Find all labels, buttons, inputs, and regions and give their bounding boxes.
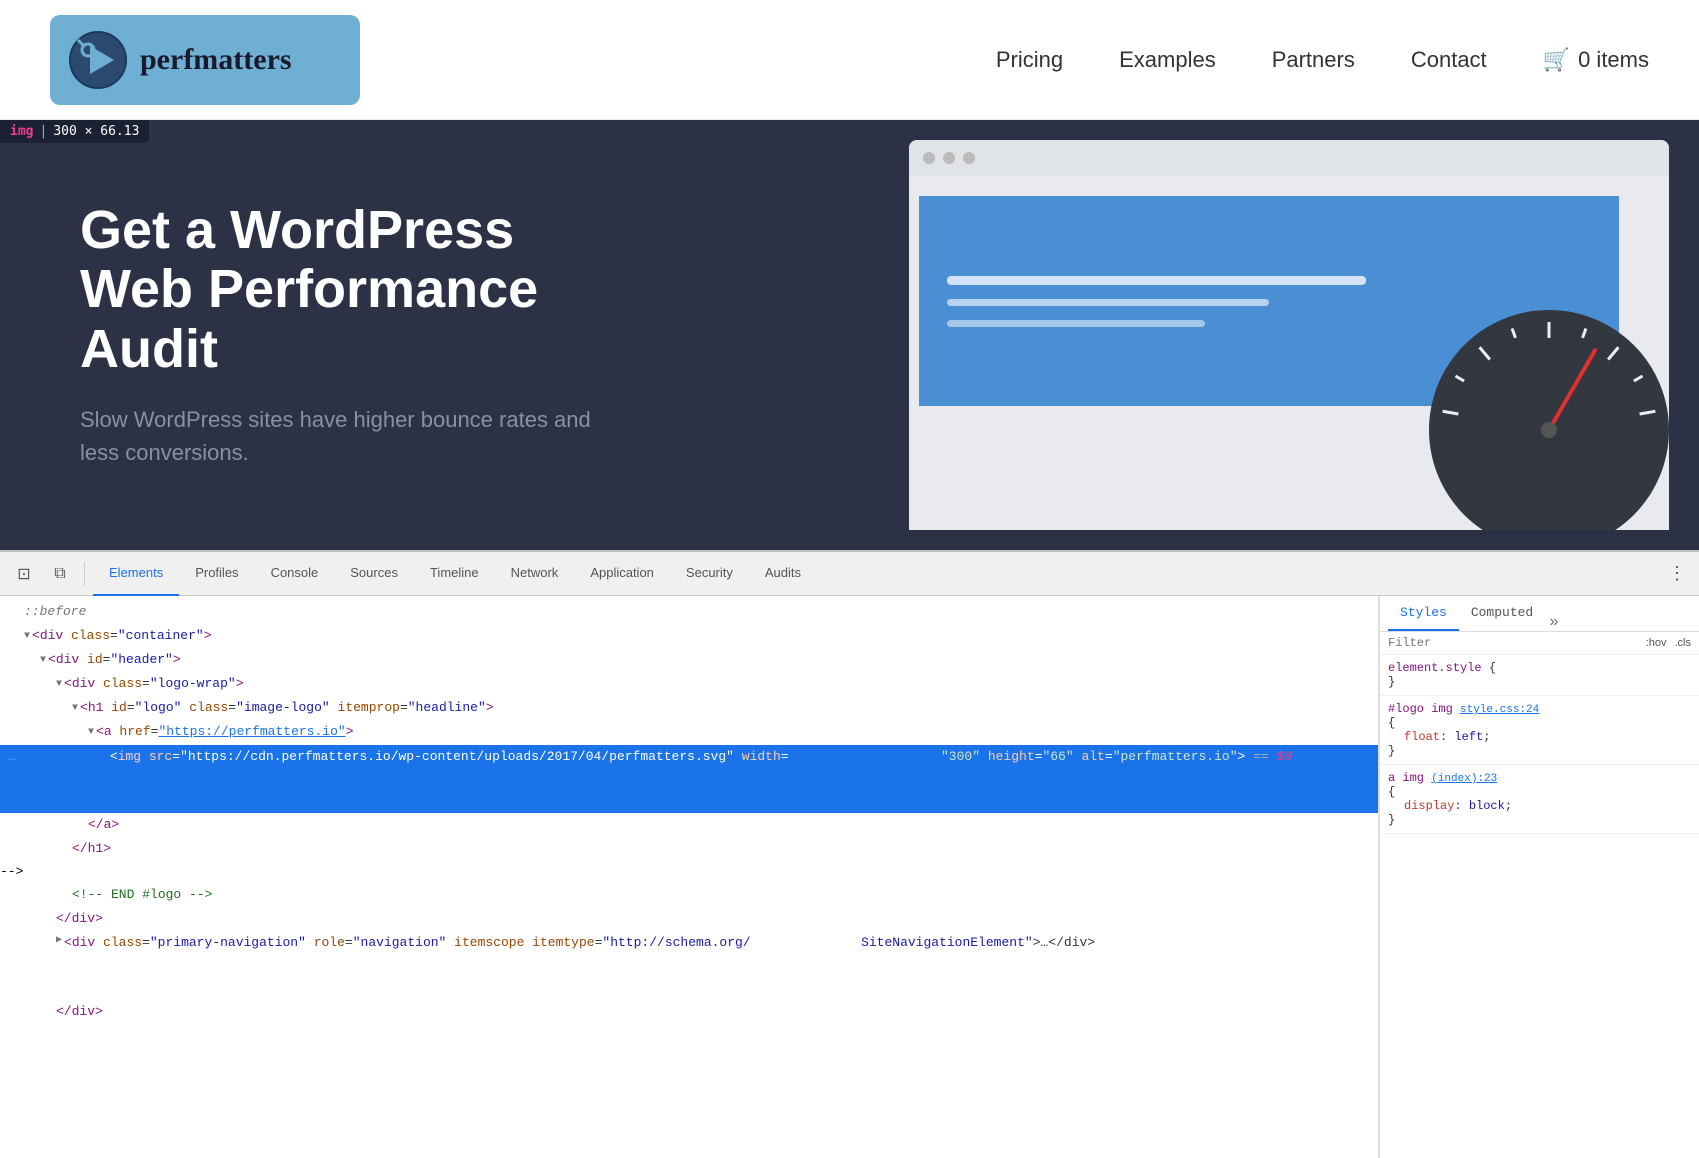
element-line-a[interactable]: ▼ <a href="https://perfmatters.io"> — [0, 720, 1378, 744]
styles-rule-a-img: a img (index):23 { display: block; } — [1380, 765, 1699, 834]
content-line-2 — [947, 299, 1269, 306]
rule-property-float: float: left; — [1404, 730, 1691, 744]
devtools-toolbar: ⊡ ⧉ Elements Profiles Console Sources Ti… — [0, 552, 1699, 596]
element-line-comment[interactable]: <!-- END #logo --> — [0, 883, 1378, 907]
browser-titlebar — [909, 140, 1669, 176]
cart-icon: 🛒 — [1543, 47, 1570, 73]
top-nav: perfmatters Pricing Examples Partners Co… — [0, 0, 1699, 120]
styles-tab-styles[interactable]: Styles — [1388, 596, 1459, 631]
triangle-container: ▼ — [24, 628, 30, 645]
tab-console[interactable]: Console — [255, 552, 335, 596]
element-line-final-div[interactable]: </div> — [0, 1000, 1378, 1024]
browser-body — [909, 176, 1669, 530]
prop-name-float: float — [1404, 730, 1440, 744]
dot-1 — [923, 152, 935, 164]
speedometer-icon — [1419, 280, 1669, 530]
logo-text: perfmatters — [140, 43, 292, 77]
chevron-icon: » — [1549, 613, 1559, 631]
rule-source-a-img[interactable]: (index):23 — [1431, 773, 1497, 785]
prop-name-display: display — [1404, 799, 1454, 813]
styles-tab-computed[interactable]: Computed — [1459, 596, 1545, 631]
tab-security[interactable]: Security — [670, 552, 749, 596]
selected-indicator: … — [8, 746, 16, 768]
element-line-nav[interactable]: ▶ <div class="primary-navigation" role="… — [0, 931, 1378, 999]
logo-area: perfmatters — [50, 15, 996, 105]
hov-button[interactable]: :hov — [1646, 637, 1667, 649]
element-line-h1logo[interactable]: ▼ <h1 id="logo" class="image-logo" itemp… — [0, 696, 1378, 720]
devtools-inspect-button[interactable]: ⊡ — [8, 558, 40, 590]
devtools-tabs: Elements Profiles Console Sources Timeli… — [93, 552, 1659, 596]
tooltip-size: 300 × 66.13 — [53, 124, 139, 139]
devtools-device-button[interactable]: ⧉ — [44, 558, 76, 590]
element-line-img[interactable]: … <img src="https://cdn.perfmatters.io/w… — [0, 745, 1378, 813]
triangle-logowrap: ▼ — [56, 676, 62, 693]
styles-filter-row: :hov .cls — [1380, 632, 1699, 655]
hero-subtitle: Slow WordPress sites have higher bounce … — [80, 403, 600, 469]
prop-val-float: left — [1454, 730, 1483, 744]
rule-property-display: display: block; — [1404, 799, 1691, 813]
rule-source-logo[interactable]: style.css:24 — [1460, 704, 1539, 716]
browser-mockup — [909, 140, 1669, 530]
devtools-menu-button[interactable]: ⋮ — [1663, 560, 1691, 588]
element-line-close-a[interactable]: </a> — [0, 813, 1378, 837]
tab-sources[interactable]: Sources — [334, 552, 414, 596]
triangle-header: ▼ — [40, 652, 46, 669]
element-line-close-div[interactable]: </div> — [0, 907, 1378, 931]
cls-button[interactable]: .cls — [1675, 637, 1692, 649]
hero-title: Get a WordPress Web Performance Audit — [80, 201, 600, 379]
dot-3 — [963, 152, 975, 164]
triangle-nav: ▶ — [56, 932, 62, 949]
element-text-before: ::before — [24, 601, 86, 623]
element-line-close-h1[interactable]: </h1> — [0, 837, 1378, 861]
devtools-panel: ⊡ ⧉ Elements Profiles Console Sources Ti… — [0, 550, 1699, 1158]
tooltip-separator: | — [39, 124, 47, 139]
tab-elements[interactable]: Elements — [93, 552, 179, 596]
styles-rule-element: element.style { } — [1380, 655, 1699, 696]
tab-profiles[interactable]: Profiles — [179, 552, 254, 596]
cart-button[interactable]: 🛒 0 items — [1543, 47, 1649, 73]
styles-panel-tabs: Styles Computed » — [1380, 596, 1699, 632]
elements-panel: ::before ▼ <div class="container"> ▼ <di… — [0, 596, 1379, 1158]
nav-link-pricing[interactable]: Pricing — [996, 47, 1063, 73]
rule-selector-a-img: a img — [1388, 771, 1431, 785]
cart-count: 0 items — [1578, 47, 1649, 73]
styles-rule-logo-img: #logo img style.css:24 { float: left; } — [1380, 696, 1699, 765]
nav-link-partners[interactable]: Partners — [1272, 47, 1355, 73]
tab-timeline[interactable]: Timeline — [414, 552, 495, 596]
prop-val-display: block — [1469, 799, 1505, 813]
hero-text: Get a WordPress Web Performance Audit Sl… — [80, 201, 600, 469]
dot-2 — [943, 152, 955, 164]
triangle-h1: ▼ — [72, 700, 78, 717]
hero-section: Get a WordPress Web Performance Audit Sl… — [0, 120, 1699, 550]
content-line-1 — [947, 276, 1366, 285]
triangle-a: ▼ — [88, 724, 94, 741]
tab-audits[interactable]: Audits — [749, 552, 817, 596]
element-line-container[interactable]: ▼ <div class="container"> — [0, 624, 1378, 648]
nav-links: Pricing Examples Partners Contact 🛒 0 it… — [996, 47, 1649, 73]
tooltip-tag: img — [10, 124, 33, 139]
element-line-before[interactable]: ::before — [0, 600, 1378, 624]
toolbar-separator — [84, 562, 85, 586]
devtools-content: ::before ▼ <div class="container"> ▼ <di… — [0, 596, 1699, 1158]
content-line-3 — [947, 320, 1205, 327]
element-line-header[interactable]: ▼ <div id="header"> — [0, 648, 1378, 672]
element-line-logowrap[interactable]: ▼ <div class="logo-wrap"> — [0, 672, 1378, 696]
logo-icon — [68, 30, 128, 90]
logo-box[interactable]: perfmatters — [50, 15, 360, 105]
rule-selector-element: element.style — [1388, 661, 1489, 675]
nav-link-contact[interactable]: Contact — [1411, 47, 1487, 73]
tab-network[interactable]: Network — [495, 552, 575, 596]
nav-link-examples[interactable]: Examples — [1119, 47, 1216, 73]
img-tooltip: img | 300 × 66.13 — [0, 120, 149, 143]
styles-panel: Styles Computed » :hov .cls element.styl… — [1379, 596, 1699, 1158]
rule-selector-logo: #logo img — [1388, 702, 1460, 716]
tab-application[interactable]: Application — [574, 552, 670, 596]
styles-filter-input[interactable] — [1388, 636, 1638, 650]
